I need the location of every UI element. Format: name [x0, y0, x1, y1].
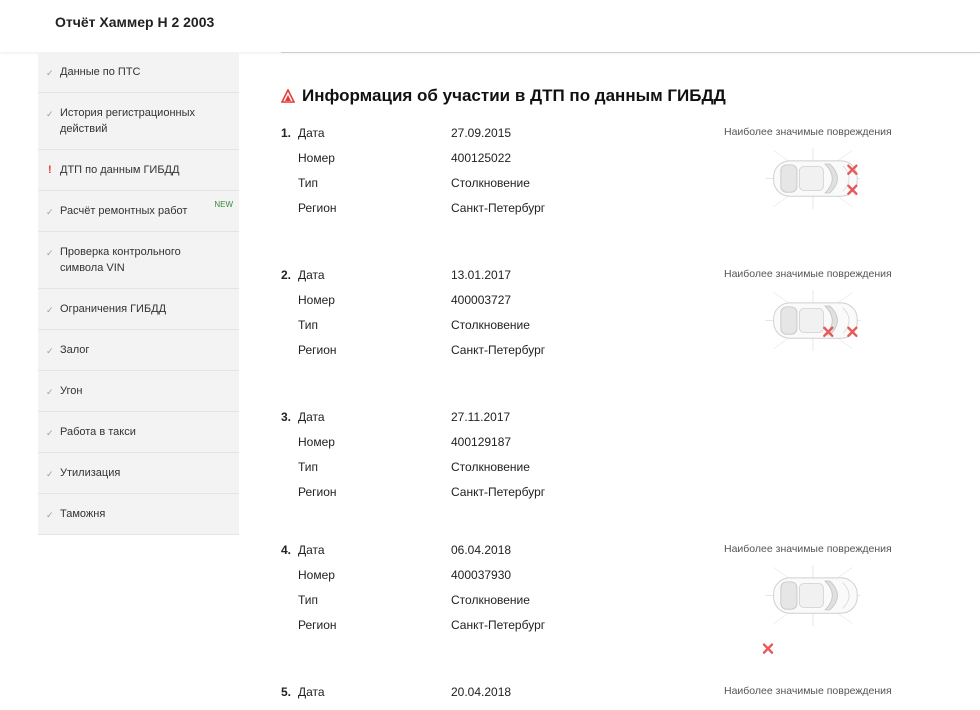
- field-label: Номер: [298, 435, 335, 449]
- field-value: 06.04.2018: [451, 543, 512, 557]
- accident-field-row: 3. Дата 27.11.2017: [281, 410, 941, 435]
- sidebar-item[interactable]: ✓ Угон: [38, 371, 239, 412]
- sidebar-item[interactable]: ✓ Расчёт ремонтных работ NEW: [38, 191, 239, 232]
- sidebar-item-label: ДТП по данным ГИБДД: [60, 164, 180, 176]
- accident-index: 2.: [281, 268, 292, 282]
- sidebar-item-label: Работа в такси: [60, 426, 136, 438]
- field-label: Дата: [298, 543, 325, 557]
- car-damage-diagram: [765, 148, 861, 210]
- field-label: Регион: [298, 343, 337, 357]
- warning-triangle-icon: [281, 89, 295, 103]
- damage-title: Наиболее значимые повреждения: [724, 543, 892, 555]
- sidebar-item[interactable]: ✓ Данные по ПТС: [38, 52, 239, 93]
- top-bar: Отчёт Хаммер H 2 2003: [0, 0, 980, 52]
- sidebar-item[interactable]: ✓ Залог: [38, 330, 239, 371]
- field-value: Столкновение: [451, 176, 530, 190]
- check-icon: ✓: [46, 248, 54, 258]
- accident-record: 5. Дата 20.04.2018 Наиболее значимые повреж…: [281, 685, 941, 710]
- accident-record: 3. Дата 27.11.2017 Номер 400129187 Тип Столкно…: [281, 410, 941, 510]
- field-label: Тип: [298, 593, 319, 607]
- field-label: Номер: [298, 151, 335, 165]
- section-heading-text: Информация об участии в ДТП по данным ГИ…: [302, 86, 726, 105]
- field-label: Дата: [298, 268, 325, 282]
- sidebar-item[interactable]: ! ДТП по данным ГИБДД: [38, 150, 239, 191]
- check-icon: ✓: [46, 68, 54, 78]
- check-icon: ✓: [46, 109, 54, 119]
- field-value: 20.04.2018: [451, 685, 512, 699]
- damage-title: Наиболее значимые повреждения: [724, 685, 892, 697]
- check-icon: ✓: [46, 207, 54, 217]
- sidebar-item-label: Данные по ПТС: [60, 66, 141, 78]
- accident-index: 4.: [281, 543, 292, 557]
- field-value: 400003727: [451, 293, 512, 307]
- field-value: 13.01.2017: [451, 268, 512, 282]
- sidebar-item-label: Утилизация: [60, 467, 121, 479]
- field-value: 27.09.2015: [451, 126, 512, 140]
- field-value: Санкт-Петербург: [451, 485, 546, 499]
- field-value: Столкновение: [451, 593, 530, 607]
- field-label: Номер: [298, 568, 335, 582]
- sidebar-item[interactable]: ✓ Проверка контрольного символа VIN: [38, 232, 239, 289]
- field-value: 27.11.2017: [451, 410, 511, 424]
- accident-index: 3.: [281, 410, 292, 424]
- field-label: Тип: [298, 176, 319, 190]
- sidebar-item-label: История регистрационных действий: [60, 107, 195, 135]
- field-value: Столкновение: [451, 460, 530, 474]
- sidebar-item-label: Расчёт ремонтных работ: [60, 205, 188, 217]
- page-title: Отчёт Хаммер H 2 2003: [55, 14, 215, 30]
- field-value: Санкт-Петербург: [451, 201, 546, 215]
- new-badge: NEW: [214, 200, 233, 209]
- field-value: Санкт-Петербург: [451, 618, 546, 632]
- field-value: 400037930: [451, 568, 512, 582]
- accident-record: 4. Дата 06.04.2018 Номер 400037930 Тип Столкно…: [281, 543, 941, 654]
- check-icon: ✓: [46, 305, 54, 315]
- accident-record: 1. Дата 27.09.2015 Номер 400125022 Тип Столкно…: [281, 126, 941, 226]
- field-label: Тип: [298, 318, 319, 332]
- section-heading: Информация об участии в ДТП по данным ГИ…: [281, 86, 726, 106]
- sidebar-item-label: Залог: [60, 344, 90, 356]
- accident-field-row: Регион Санкт-Петербург: [281, 485, 941, 510]
- field-value: Санкт-Петербург: [451, 343, 546, 357]
- accident-index: 5.: [281, 685, 292, 699]
- accident-field-row: Номер 400129187: [281, 435, 941, 460]
- field-label: Номер: [298, 293, 335, 307]
- field-label: Дата: [298, 410, 325, 424]
- content-divider: [281, 52, 980, 53]
- field-label: Дата: [298, 685, 325, 699]
- check-icon: ✓: [46, 510, 54, 520]
- sidebar-item-label: Ограничения ГИБДД: [60, 303, 167, 315]
- field-label: Регион: [298, 201, 337, 215]
- accident-index: 1.: [281, 126, 292, 140]
- check-icon: ✓: [46, 428, 54, 438]
- damage-title: Наиболее значимые повреждения: [724, 268, 892, 280]
- sidebar-item[interactable]: ✓ Утилизация: [38, 453, 239, 494]
- sidebar-item-label: Угон: [60, 385, 83, 397]
- car-damage-diagram: [762, 565, 861, 654]
- sidebar-item-label: Таможня: [60, 508, 106, 520]
- sidebar-item-label: Проверка контрольного символа VIN: [60, 246, 181, 274]
- alert-icon: !: [48, 164, 52, 176]
- sidebar-item[interactable]: ✓ Работа в такси: [38, 412, 239, 453]
- sidebar: ✓ Данные по ПТС ✓ История регистрационных д…: [38, 52, 239, 535]
- sidebar-item[interactable]: ✓ История регистрационных действий: [38, 93, 239, 150]
- accident-field-row: Тип Столкновение: [281, 460, 941, 485]
- field-value: Столкновение: [451, 318, 530, 332]
- car-damage-diagram: [765, 290, 861, 352]
- field-value: 400125022: [451, 151, 512, 165]
- damage-title: Наиболее значимые повреждения: [724, 126, 892, 138]
- field-label: Регион: [298, 485, 337, 499]
- field-value: 400129187: [451, 435, 512, 449]
- accident-record: 2. Дата 13.01.2017 Номер 400003727 Тип Столкно…: [281, 268, 941, 368]
- damage-cross-icon: [762, 643, 774, 654]
- sidebar-item[interactable]: ✓ Таможня: [38, 494, 239, 535]
- check-icon: ✓: [46, 346, 54, 356]
- field-label: Тип: [298, 460, 319, 474]
- sidebar-item[interactable]: ✓ Ограничения ГИБДД: [38, 289, 239, 330]
- field-label: Регион: [298, 618, 337, 632]
- check-icon: ✓: [46, 469, 54, 479]
- check-icon: ✓: [46, 387, 54, 397]
- field-label: Дата: [298, 126, 325, 140]
